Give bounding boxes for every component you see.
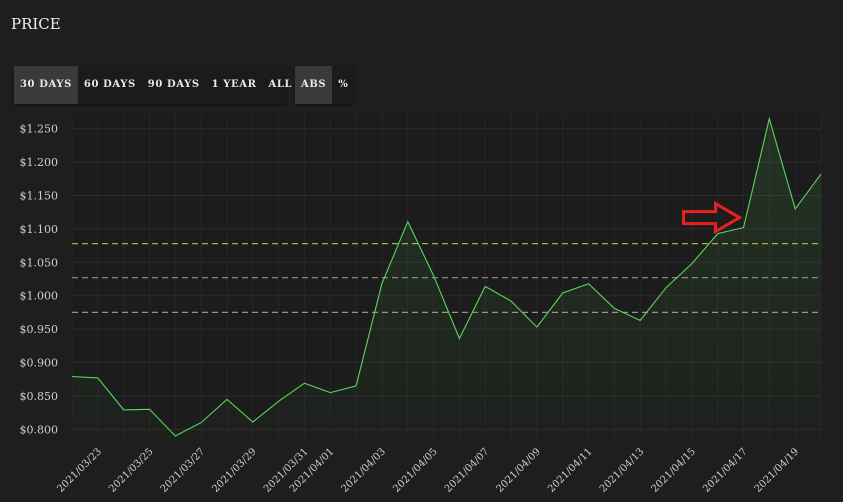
x-tick-label: 2021/04/11 xyxy=(546,446,595,495)
x-tick-label: 2021/03/25 xyxy=(107,446,156,495)
price-point xyxy=(200,421,202,423)
x-tick-label: 2021/04/15 xyxy=(649,446,698,495)
y-tick-label: $0.850 xyxy=(20,390,59,403)
price-chart: $0.800 $0.850 $0.900 $0.950 $1.000 $1.050 $1.1… xyxy=(20,114,822,495)
price-point xyxy=(432,274,434,276)
price-point xyxy=(562,292,564,294)
x-tick-label: 2021/03/27 xyxy=(159,446,208,495)
chart-title: PRICE xyxy=(11,15,61,33)
y-tick-label: $1.050 xyxy=(20,256,59,269)
y-tick-label: $1.250 xyxy=(20,123,59,136)
price-point xyxy=(174,435,176,437)
x-tick-label: 2021/03/23 xyxy=(55,446,104,495)
price-point xyxy=(226,398,228,400)
price-point xyxy=(122,409,124,411)
y-tick-label: $0.950 xyxy=(20,323,59,336)
x-tick-label: 2021/04/09 xyxy=(494,446,543,495)
mode-button-abs[interactable]: ABS xyxy=(295,66,333,104)
y-tick-label: $1.200 xyxy=(20,156,59,169)
range-button-all[interactable]: ALL xyxy=(263,66,299,104)
price-point xyxy=(691,262,693,264)
price-point xyxy=(329,391,331,393)
time-range-selector: 30 DAYS 60 DAYS 90 DAYS 1 YEAR ALL xyxy=(14,66,292,104)
price-point xyxy=(407,220,409,222)
value-mode-selector: ABS % xyxy=(295,66,353,104)
x-tick-label: 2021/04/05 xyxy=(391,446,440,495)
price-point xyxy=(639,319,641,321)
price-point xyxy=(613,307,615,309)
price-point xyxy=(484,285,486,287)
price-point xyxy=(587,282,589,284)
x-tick-label: 2021/04/17 xyxy=(701,446,750,495)
price-point xyxy=(381,282,383,284)
price-point xyxy=(97,377,99,379)
y-tick-label: $0.800 xyxy=(20,423,59,436)
price-point xyxy=(794,208,796,210)
range-button-60-days[interactable]: 60 DAYS xyxy=(78,66,142,104)
x-tick-label: 2021/04/07 xyxy=(443,446,492,495)
price-point xyxy=(510,300,512,302)
price-point xyxy=(355,385,357,387)
y-tick-label: $1.150 xyxy=(20,190,59,203)
price-point xyxy=(716,232,718,234)
price-point xyxy=(458,337,460,339)
price-point xyxy=(768,117,770,119)
price-point xyxy=(252,421,254,423)
range-button-90-days[interactable]: 90 DAYS xyxy=(142,66,206,104)
range-button-30-days[interactable]: 30 DAYS xyxy=(14,66,78,104)
y-tick-label: $1.100 xyxy=(20,223,59,236)
x-tick-label: 2021/03/29 xyxy=(210,446,259,495)
price-point xyxy=(742,226,744,228)
x-tick-label: 2021/04/03 xyxy=(340,446,389,495)
x-tick-label: 2021/04/13 xyxy=(598,446,647,495)
y-tick-label: $0.900 xyxy=(20,357,59,370)
price-point xyxy=(71,375,73,377)
mode-button-percent[interactable]: % xyxy=(332,66,354,104)
price-point xyxy=(536,326,538,328)
price-point xyxy=(820,173,822,175)
price-point xyxy=(303,382,305,384)
price-point xyxy=(277,400,279,402)
x-tick-label: 2021/04/19 xyxy=(753,446,802,495)
range-button-1-year[interactable]: 1 YEAR xyxy=(206,66,263,104)
price-point xyxy=(665,286,667,288)
y-tick-label: $1.000 xyxy=(20,290,59,303)
price-point xyxy=(148,408,150,410)
